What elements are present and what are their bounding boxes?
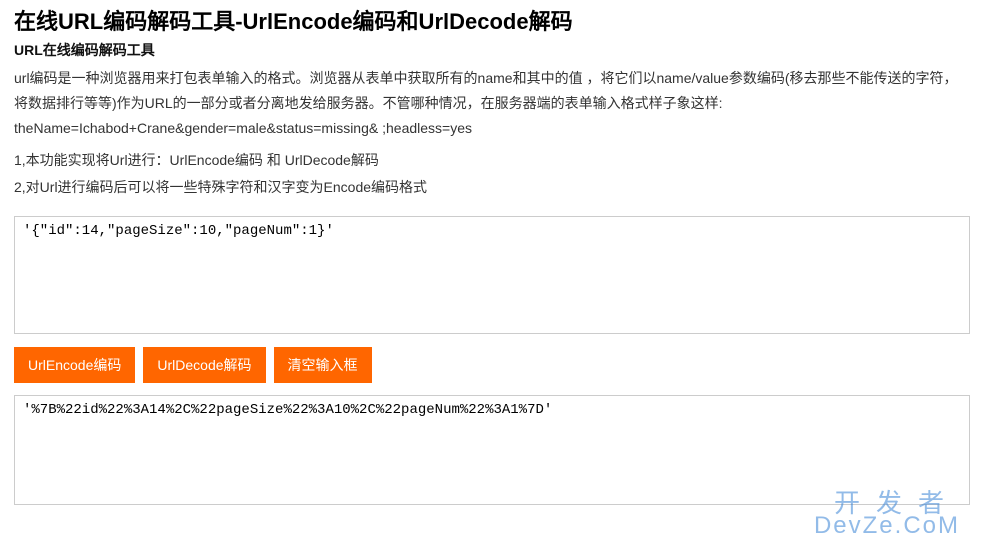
note-line-2: 2,对Url进行编码后可以将一些特殊字符和汉字变为Encode编码格式 <box>14 175 970 200</box>
encode-button[interactable]: UrlEncode编码 <box>14 347 135 383</box>
input-textarea[interactable]: '{"id":14,"pageSize":10,"pageNum":1}' <box>14 216 970 334</box>
clear-button[interactable]: 清空输入框 <box>274 347 372 383</box>
description-text: url编码是一种浏览器用来打包表单输入的格式。浏览器从表单中获取所有的name和… <box>14 66 970 142</box>
decode-button[interactable]: UrlDecode解码 <box>143 347 265 383</box>
note-line-1: 1,本功能实现将Url进行：UrlEncode编码 和 UrlDecode解码 <box>14 148 970 173</box>
page-title: 在线URL编码解码工具-UrlEncode编码和UrlDecode解码 <box>14 4 970 36</box>
button-row: UrlEncode编码 UrlDecode解码 清空输入框 <box>14 347 970 383</box>
page-subtitle: URL在线编码解码工具 <box>14 40 970 60</box>
watermark-en: DevZe.CoM <box>814 515 960 538</box>
output-textarea[interactable]: '%7B%22id%22%3A14%2C%22pageSize%22%3A10%… <box>14 395 970 505</box>
